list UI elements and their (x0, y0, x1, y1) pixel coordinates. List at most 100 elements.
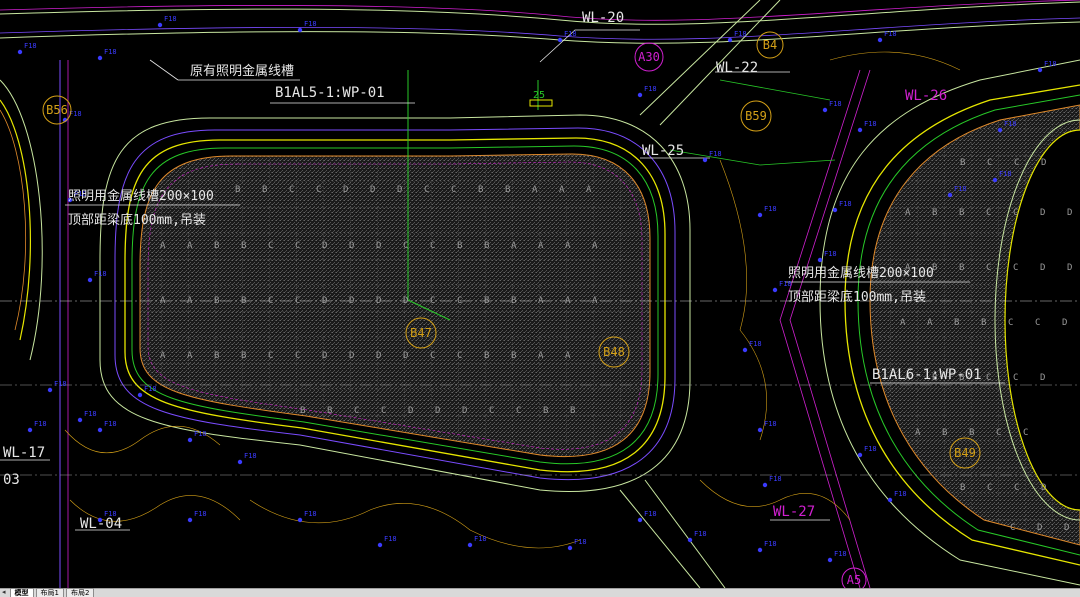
grid-letter: D (435, 406, 440, 416)
label-tray-left-2[interactable]: 顶部距梁底100mm,吊装 (68, 212, 206, 228)
tab-nav-left-icon[interactable]: ◂ (0, 589, 8, 597)
lamp-marker[interactable] (97, 55, 103, 61)
cad-model-space[interactable]: F18 F18 F18 F18 F18 F18 F18 F18 F18 F18 F18 F18 F18 F… (0, 0, 1080, 588)
lamp-marker[interactable] (997, 127, 1003, 133)
lamp-marker[interactable] (137, 392, 143, 398)
lamp-marker[interactable] (97, 427, 103, 433)
label-wl04[interactable]: WL-04 (80, 516, 122, 532)
grid-letter: B (570, 406, 575, 416)
lamp-marker[interactable] (47, 387, 53, 393)
lamp-marker[interactable] (757, 427, 763, 433)
bubble-b56[interactable]: B56 (42, 95, 72, 125)
lamp-marker[interactable] (237, 459, 243, 465)
grid-letter: D (349, 241, 354, 251)
lamp-marker[interactable] (637, 92, 643, 98)
label-wl27[interactable]: WL-27 (773, 504, 815, 520)
lamp-marker[interactable] (702, 157, 708, 163)
grid-letter: B (262, 185, 267, 195)
label-tray-right-1[interactable]: 照明用金属线槽200×100 (788, 265, 934, 281)
label-wl25[interactable]: WL-25 (642, 143, 684, 159)
lamp-marker[interactable] (857, 127, 863, 133)
lamp-tag: F18 (164, 15, 177, 23)
label-wl22[interactable]: WL-22 (716, 60, 758, 76)
top-road-band (0, 0, 1080, 44)
lamp-marker[interactable] (887, 497, 893, 503)
lamp-marker[interactable] (727, 37, 733, 43)
grid-letter: D (1037, 523, 1042, 533)
lamp-tag: F18 (194, 510, 207, 518)
lamp-marker[interactable] (762, 482, 768, 488)
grid-letter: B (327, 406, 332, 416)
lamp-marker[interactable] (187, 437, 193, 443)
lamp-tag: F18 (709, 150, 722, 158)
grid-letter: B (942, 428, 947, 438)
lamp-marker[interactable] (947, 192, 953, 198)
grid-letter: D (322, 241, 327, 251)
grid-letter: C (1013, 263, 1018, 273)
tab-layout2[interactable]: 布局2 (65, 588, 95, 597)
lamp-tag: F18 (104, 48, 117, 56)
grid-letter: A (538, 351, 544, 361)
label-tray-right-2[interactable]: 顶部距梁底100mm,吊装 (788, 289, 926, 305)
bubble-b59[interactable]: B59 (740, 100, 772, 132)
lamp-marker[interactable] (187, 517, 193, 523)
lamp-marker[interactable] (77, 417, 83, 423)
lamp-marker[interactable] (297, 517, 303, 523)
lamp-marker[interactable] (467, 542, 473, 548)
lamp-marker[interactable] (157, 22, 163, 28)
lamp-marker[interactable] (832, 207, 838, 213)
lamp-marker[interactable] (757, 547, 763, 553)
bubble-a30[interactable]: A30 (634, 42, 664, 72)
svg-text:A30: A30 (638, 50, 660, 64)
lamp-marker[interactable] (817, 257, 823, 263)
label-03[interactable]: 03 (3, 472, 20, 488)
lamp-marker[interactable] (992, 177, 998, 183)
label-wl17[interactable]: WL-17 (3, 445, 45, 461)
lamp-marker[interactable] (27, 427, 33, 433)
grid-letter: B (960, 158, 965, 168)
grid-letter: C (381, 406, 386, 416)
lamp-tag: F18 (644, 85, 657, 93)
lamp-marker[interactable] (637, 517, 643, 523)
lamp-marker[interactable] (757, 212, 763, 218)
grid-letter: C (986, 373, 991, 383)
label-tray-left-1[interactable]: 照明用金属线槽200×100 (68, 188, 214, 204)
lamp-marker[interactable] (557, 37, 563, 43)
lamp-tag: F18 (764, 205, 777, 213)
grid-letter: D (1062, 318, 1067, 328)
grid-letter: B (214, 241, 219, 251)
grid-letter: D (1040, 373, 1045, 383)
tab-layout1[interactable]: 布局1 (35, 588, 64, 597)
label-wl20[interactable]: WL-20 (582, 10, 624, 26)
lamp-marker[interactable] (567, 545, 573, 551)
lamp-tag: F18 (574, 538, 587, 546)
grid-letter: B (981, 318, 986, 328)
lamp-marker[interactable] (297, 27, 303, 33)
label-wl26[interactable]: WL-26 (905, 88, 947, 104)
lamp-marker[interactable] (87, 277, 93, 283)
lamp-marker[interactable] (827, 557, 833, 563)
lamp-marker[interactable] (772, 287, 778, 293)
grid-letter: B (457, 241, 462, 251)
grid-letter: C (1014, 483, 1019, 493)
grid-letter: A (160, 241, 166, 251)
grid-letter: C (457, 351, 462, 361)
bubble-a5[interactable]: A5 (841, 567, 867, 588)
grid-letter: C (316, 185, 321, 195)
bubble-b4[interactable]: B4 (756, 31, 784, 59)
label-existing-tray[interactable]: 原有照明金属线槽 (190, 63, 294, 79)
label-wp-b1al6[interactable]: B1AL6-1:WP-01 (872, 367, 982, 383)
lamp-marker[interactable] (1037, 67, 1043, 73)
lamp-marker[interactable] (17, 49, 23, 55)
lamp-marker[interactable] (377, 542, 383, 548)
tab-model[interactable]: 模型 (9, 588, 34, 597)
lamp-marker[interactable] (857, 452, 863, 458)
lamp-marker[interactable] (822, 107, 828, 113)
lamp-marker[interactable] (687, 537, 693, 543)
label-wp-b1al5[interactable]: B1AL5-1:WP-01 (275, 85, 385, 101)
grid-letter: C (289, 185, 294, 195)
lamp-marker[interactable] (742, 347, 748, 353)
grid-letter: A (915, 428, 921, 438)
lamp-marker[interactable] (877, 37, 883, 43)
grid-letter: C (986, 208, 991, 218)
